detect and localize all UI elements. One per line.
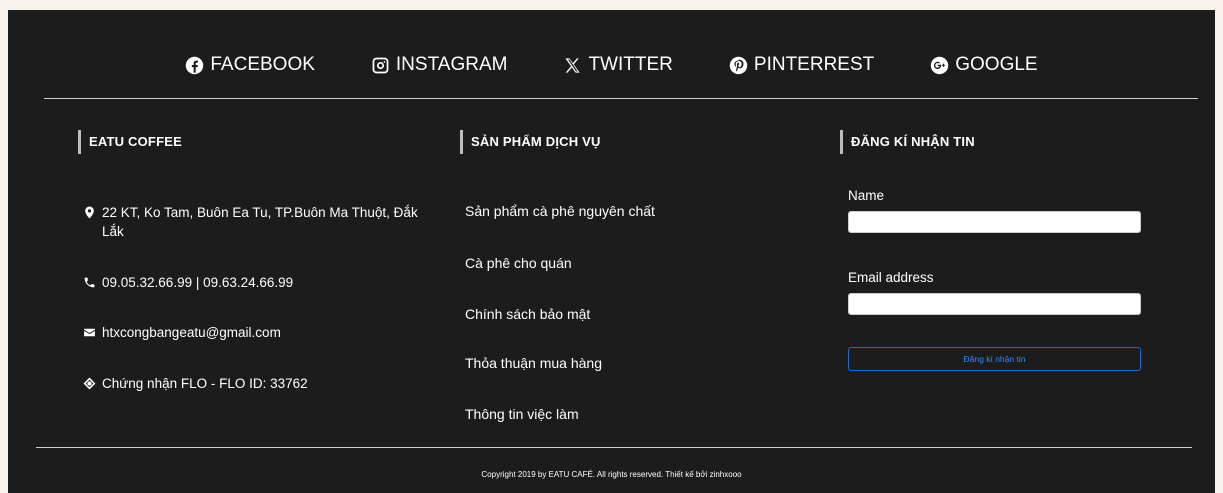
twitter-link[interactable]: TWITTER bbox=[563, 54, 673, 76]
email-text: htxcongbangeatu@gmail.com bbox=[102, 325, 281, 340]
pinterest-icon bbox=[729, 56, 748, 74]
certificate-text: Chứng nhận FLO - FLO ID: 33762 bbox=[102, 376, 308, 391]
envelope-icon bbox=[84, 328, 95, 337]
service-link-purchase-agreement[interactable]: Thỏa thuận mua hàng bbox=[465, 355, 602, 371]
email-item: htxcongbangeatu@gmail.com bbox=[83, 323, 423, 342]
google-icon bbox=[931, 56, 949, 74]
pinterest-link[interactable]: PINTERREST bbox=[729, 54, 874, 76]
top-divider bbox=[44, 98, 1198, 99]
map-marker-icon bbox=[85, 206, 94, 219]
facebook-icon bbox=[186, 56, 204, 74]
x-twitter-icon bbox=[565, 57, 581, 73]
instagram-link[interactable]: INSTAGRAM bbox=[371, 54, 508, 76]
address-text: 22 KT, Ko Tam, Buôn Ea Tu, TP.Buôn Ma Th… bbox=[102, 205, 418, 239]
service-link-pure-coffee[interactable]: Sản phẩm cà phê nguyên chất bbox=[465, 203, 655, 219]
services-title: SẢN PHẨM DỊCH VỤ bbox=[460, 130, 601, 154]
service-link-privacy-policy[interactable]: Chính sách bảo mật bbox=[465, 306, 590, 322]
email-input[interactable] bbox=[848, 293, 1141, 315]
bottom-divider bbox=[36, 447, 1192, 448]
service-link-jobs[interactable]: Thông tin việc làm bbox=[465, 406, 579, 422]
certificate-item: Chứng nhận FLO - FLO ID: 33762 bbox=[83, 374, 423, 393]
certificate-icon bbox=[83, 377, 96, 390]
name-input[interactable] bbox=[848, 211, 1141, 233]
google-link[interactable]: GOOGLE bbox=[930, 54, 1038, 76]
phone-icon bbox=[84, 277, 95, 288]
service-link-coffee-for-shops[interactable]: Cà phê cho quán bbox=[465, 255, 572, 271]
google-label: GOOGLE bbox=[955, 54, 1038, 75]
copyright-text: Copyright 2019 by EATU CAFÉ. All rights … bbox=[481, 470, 742, 479]
name-label: Name bbox=[848, 188, 885, 203]
twitter-label: TWITTER bbox=[588, 54, 673, 75]
site-footer: FACEBOOK INSTAGRAM TWITTER PINTERREST GO… bbox=[8, 10, 1215, 493]
social-links: FACEBOOK INSTAGRAM TWITTER PINTERREST GO… bbox=[8, 54, 1215, 76]
phone-item: 09.05.32.66.99 | 09.63.24.66.99 bbox=[83, 273, 423, 292]
subscribe-button[interactable]: Đăng kí nhận tin bbox=[848, 347, 1141, 371]
instagram-label: INSTAGRAM bbox=[395, 54, 508, 75]
phone-text: 09.05.32.66.99 | 09.63.24.66.99 bbox=[102, 275, 294, 290]
email-label: Email address bbox=[848, 270, 934, 285]
about-title: EATU COFFEE bbox=[78, 130, 182, 154]
newsletter-title: ĐĂNG KÍ NHẬN TIN bbox=[840, 130, 975, 154]
facebook-link[interactable]: FACEBOOK bbox=[185, 54, 315, 76]
address-item: 22 KT, Ko Tam, Buôn Ea Tu, TP.Buôn Ma Th… bbox=[83, 203, 423, 241]
instagram-icon bbox=[372, 57, 389, 73]
facebook-label: FACEBOOK bbox=[210, 54, 315, 75]
pinterest-label: PINTERREST bbox=[753, 54, 875, 75]
